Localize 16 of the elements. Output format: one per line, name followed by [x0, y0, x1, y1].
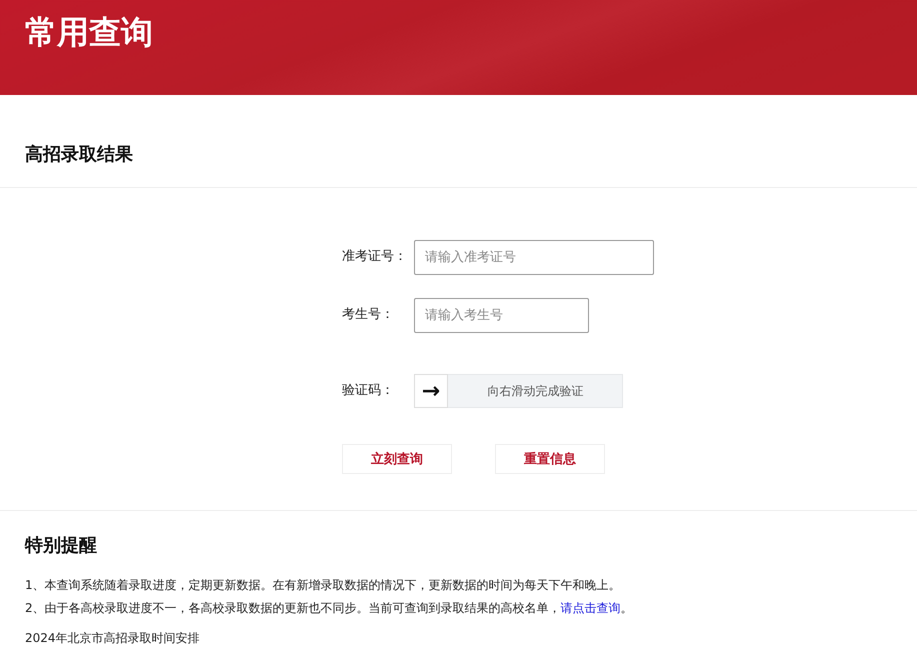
- field-label: 准考证号：: [342, 249, 408, 265]
- field-label: 考生号：: [342, 307, 395, 323]
- query-button[interactable]: 立刻查询: [342, 444, 452, 474]
- schedule-text: 2024年北京市高招录取时间安排: [25, 630, 200, 647]
- input-field[interactable]: 请输入考生号: [414, 298, 589, 332]
- slider-handle[interactable]: →: [414, 374, 448, 408]
- reset-button[interactable]: 重置信息: [495, 444, 605, 474]
- page-title: 常用查询: [25, 12, 153, 53]
- notice-text: 1、本查询系统随着录取进度，定期更新数据。在有新增录取数据的情况下，更新数据的时间为每天下午和晚上。: [25, 577, 621, 594]
- section-title: 高招录取结果: [25, 144, 133, 166]
- input-field[interactable]: 请输入准考证号: [414, 240, 654, 274]
- query-link[interactable]: 请点击查询: [560, 601, 621, 615]
- notice-text: 2、由于各高校录取进度不一，各高校录取数据的更新也不同步。当前可查询到录取结果的高校名单，请点击查询。: [25, 600, 633, 617]
- slider-hint: 向右滑动完成验证: [486, 383, 584, 399]
- notice-title: 特别提醒: [25, 535, 97, 557]
- field-label: 验证码：: [342, 383, 394, 399]
